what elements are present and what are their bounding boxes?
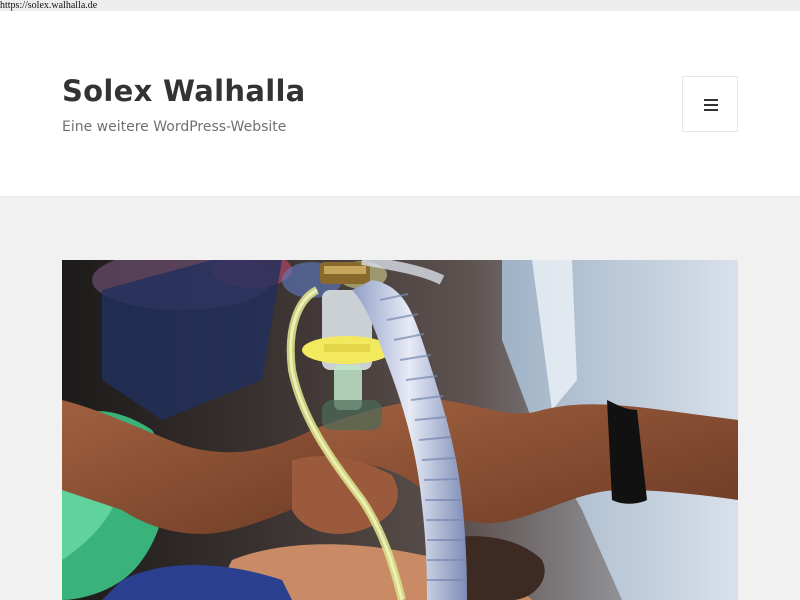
url-bar: https://solex.walhalla.de <box>0 0 800 11</box>
menu-icon-bar <box>704 99 718 101</box>
menu-toggle-button[interactable] <box>682 76 738 132</box>
menu-icon-bar <box>704 109 718 111</box>
featured-image[interactable] <box>62 260 738 600</box>
site-header: Solex Walhalla Eine weitere WordPress-We… <box>0 11 800 197</box>
site-description: Eine weitere WordPress-Website <box>62 119 287 135</box>
photo-image-icon <box>62 260 738 600</box>
site-title[interactable]: Solex Walhalla <box>62 73 306 109</box>
url-text: https://solex.walhalla.de <box>0 0 98 11</box>
menu-icon-bar <box>704 104 718 106</box>
